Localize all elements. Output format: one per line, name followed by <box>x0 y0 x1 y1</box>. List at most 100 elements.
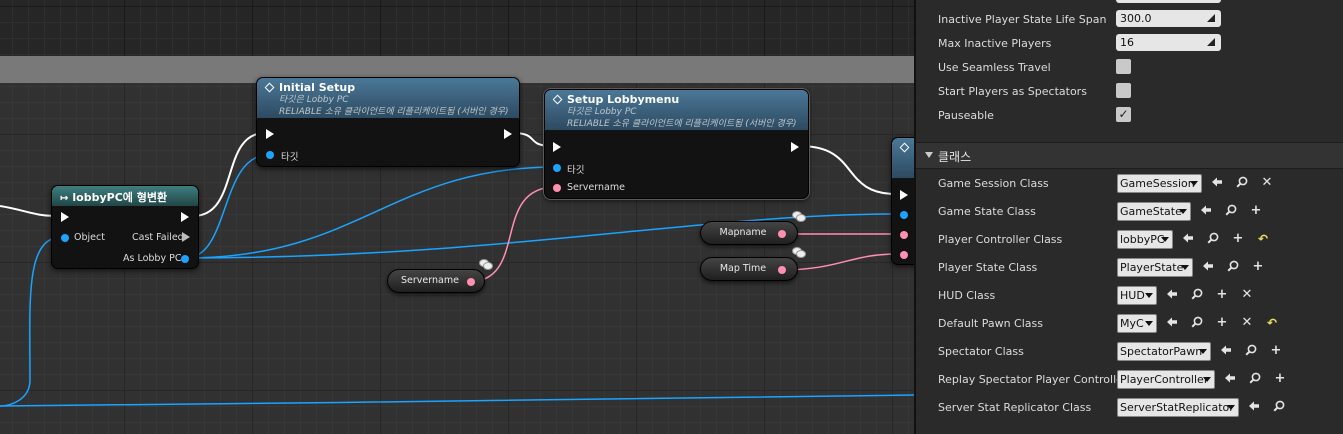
add-icon[interactable]: + <box>1247 202 1265 220</box>
seamless-travel-checkbox[interactable] <box>1116 59 1131 74</box>
class-picker-combo[interactable]: ServerStatReplicator <box>1117 398 1239 417</box>
max-inactive-players-field[interactable]: 16 <box>1116 34 1221 51</box>
class-picker-combo[interactable]: SpectatorPawn <box>1117 342 1211 361</box>
add-icon[interactable]: + <box>1213 314 1231 332</box>
cast-to-lobbypc-node[interactable]: ↦ lobbyPC에 형변환 Object Cast Failed As Lobb… <box>51 185 199 269</box>
class-picker-combo[interactable]: PlayerController <box>1117 370 1215 389</box>
arrow-left-icon[interactable] <box>1245 398 1263 416</box>
offscreen-function-node[interactable] <box>891 137 914 265</box>
function-icon <box>264 82 275 93</box>
replicated-variable-icon <box>792 211 806 222</box>
drag-spin-icon[interactable] <box>1207 38 1215 46</box>
servername-variable[interactable]: Servername <box>387 269 485 293</box>
exec-in-pin[interactable] <box>900 190 908 200</box>
arrow-left-icon[interactable] <box>1208 174 1226 192</box>
arrow-left-icon[interactable] <box>1163 314 1181 332</box>
arrow-left-icon[interactable] <box>1217 342 1235 360</box>
object-wire <box>0 394 914 407</box>
chevron-down-icon <box>1190 181 1198 186</box>
as-lobby-pc-pin[interactable] <box>181 255 189 263</box>
search-icon[interactable] <box>1188 314 1206 332</box>
search-icon[interactable] <box>1233 174 1251 192</box>
class-picker-combo[interactable]: PlayerState <box>1117 258 1193 277</box>
seamless-travel-label: Use Seamless Travel <box>938 61 1051 74</box>
start-spectators-checkbox[interactable] <box>1116 83 1131 98</box>
exec-out-pin[interactable] <box>504 129 512 139</box>
arrow-left-icon[interactable] <box>1179 230 1197 248</box>
add-icon[interactable]: + <box>1229 230 1247 248</box>
initial-setup-title: Initial Setup <box>279 81 356 94</box>
class-picker-combo[interactable]: lobbyPC <box>1117 230 1173 249</box>
class-picker-combo[interactable]: HUD <box>1117 286 1157 305</box>
pauseable-checkbox[interactable]: ✓ <box>1116 107 1131 122</box>
search-icon[interactable] <box>1204 230 1222 248</box>
add-icon[interactable]: + <box>1267 342 1285 360</box>
blueprint-graph-canvas[interactable]: ↦ lobbyPC에 형변환 Object Cast Failed As Lobb… <box>0 0 914 434</box>
class-row-label: Server Stat Replicator Class <box>938 401 1092 414</box>
exec-in-pin[interactable] <box>266 129 274 139</box>
exec-in-pin[interactable] <box>553 142 561 152</box>
inactive-life-span-field[interactable]: 300.0 <box>1116 10 1221 27</box>
initial-setup-node[interactable]: Initial Setup 타깃은 Lobby PC RELIABLE 소유 클… <box>256 77 520 167</box>
clear-icon[interactable]: ✕ <box>1238 314 1256 332</box>
class-row-label: Replay Spectator Player Controller <box>938 373 1128 386</box>
search-icon[interactable] <box>1270 398 1288 416</box>
cast-failed-pin[interactable] <box>182 232 190 242</box>
map-time-variable-label: Map Time <box>719 263 767 274</box>
drag-spin-icon[interactable] <box>1207 14 1215 22</box>
arrow-left-icon[interactable] <box>1199 258 1217 276</box>
target-pin[interactable] <box>266 151 274 159</box>
add-icon[interactable]: + <box>1271 370 1289 388</box>
collapse-arrow-icon[interactable] <box>925 152 933 158</box>
setup-lobbymenu-node[interactable]: Setup Lobbymenu 타깃은 Lobby PC RELIABLE 소유… <box>544 89 809 199</box>
max-inactive-players-label: Max Inactive Players <box>938 37 1052 50</box>
property-row-seamless-travel: Use Seamless Travel <box>916 56 1343 80</box>
exec-out-pin[interactable] <box>791 142 799 152</box>
mapname-pin[interactable] <box>900 231 908 239</box>
search-icon[interactable] <box>1242 342 1260 360</box>
class-row-label: Game Session Class <box>938 177 1049 190</box>
exec-wire <box>799 145 897 195</box>
reset-icon[interactable]: ↶ <box>1254 230 1272 248</box>
search-icon[interactable] <box>1224 258 1242 276</box>
object-input-pin[interactable] <box>61 234 69 242</box>
exec-out-pin[interactable] <box>181 212 189 222</box>
search-icon[interactable] <box>1188 286 1206 304</box>
class-row-label: Spectator Class <box>938 345 1024 358</box>
arrow-left-icon[interactable] <box>1221 370 1239 388</box>
search-icon[interactable] <box>1222 202 1240 220</box>
map-time-out-pin[interactable] <box>778 266 786 274</box>
chevron-down-icon <box>1227 405 1235 410</box>
mapname-out-pin[interactable] <box>778 230 786 238</box>
cut-off-field[interactable] <box>1116 0 1221 3</box>
class-picker-combo[interactable]: MyC <box>1117 314 1157 333</box>
arrow-left-icon[interactable] <box>1163 286 1181 304</box>
chevron-down-icon <box>1161 237 1169 242</box>
clear-icon[interactable]: ✕ <box>1258 174 1276 192</box>
reset-icon[interactable]: ↶ <box>1263 314 1281 332</box>
class-picker-combo[interactable]: GameSession <box>1117 174 1202 193</box>
target-pin-label: 타깃 <box>567 165 585 176</box>
map-time-pin[interactable] <box>900 251 908 259</box>
clear-icon[interactable]: ✕ <box>1238 286 1256 304</box>
arrow-left-icon[interactable] <box>1197 202 1215 220</box>
class-picker-combo[interactable]: GameState <box>1117 202 1191 221</box>
target-pin[interactable] <box>900 211 908 219</box>
category-header-classes[interactable]: 클래스 <box>916 142 1343 169</box>
servername-pin[interactable] <box>553 184 561 192</box>
add-icon[interactable]: + <box>1213 286 1231 304</box>
details-panel[interactable]: Inactive Player State Life Span 300.0 Ma… <box>914 0 1343 434</box>
chevron-down-icon <box>1203 377 1211 382</box>
mapname-variable[interactable]: Mapname <box>700 221 798 245</box>
setup-lobbymenu-replication-note: RELIABLE 소유 클라이언트에 리플리케이트됨 (서버인 경우) <box>567 119 797 129</box>
exec-in-pin[interactable] <box>61 212 69 222</box>
servername-out-pin[interactable] <box>467 278 475 286</box>
class-row-label: Player State Class <box>938 261 1038 274</box>
property-row-inactive-life-span: Inactive Player State Life Span 300.0 <box>916 8 1343 32</box>
start-spectators-label: Start Players as Spectators <box>938 85 1087 98</box>
offscreen-node-header <box>892 138 914 178</box>
search-icon[interactable] <box>1246 370 1264 388</box>
target-pin[interactable] <box>553 164 561 172</box>
add-icon[interactable]: + <box>1249 258 1267 276</box>
map-time-variable[interactable]: Map Time <box>700 257 798 281</box>
